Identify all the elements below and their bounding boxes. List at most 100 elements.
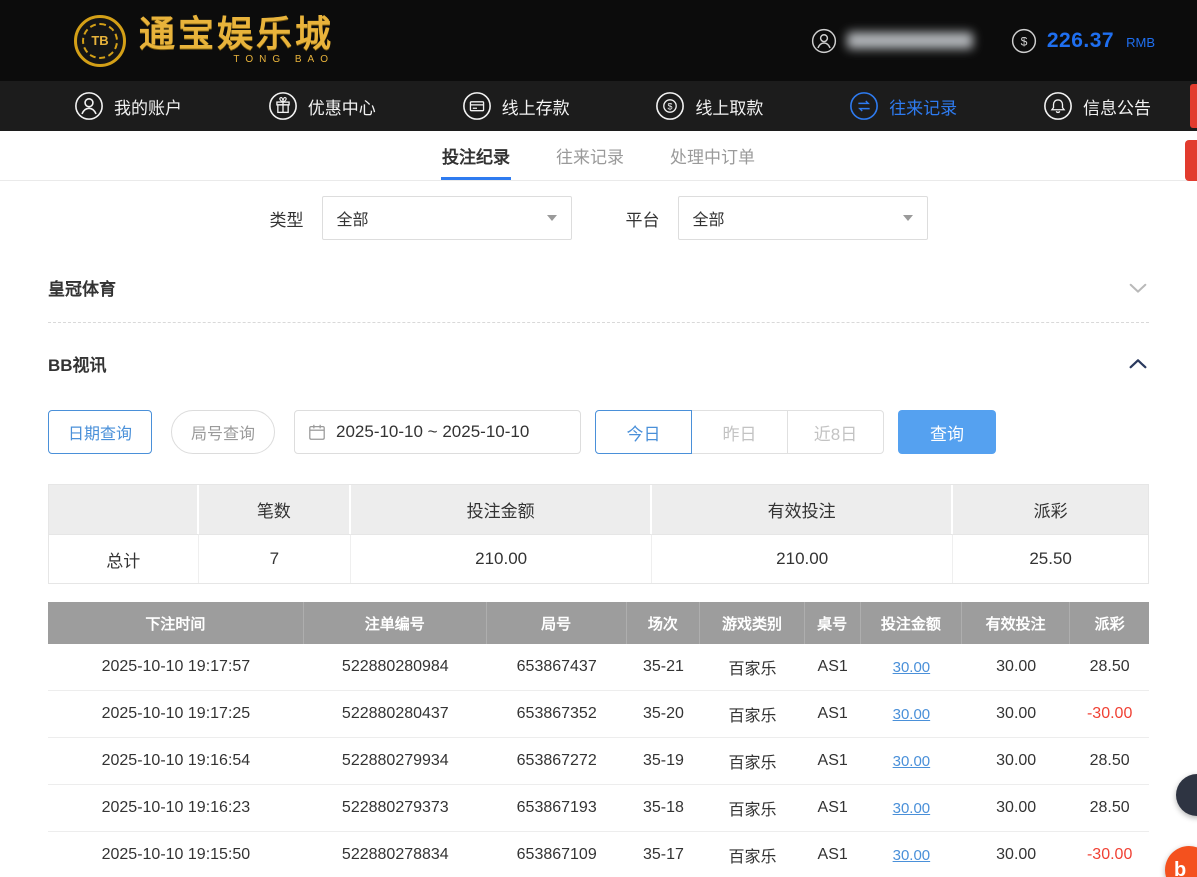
calendar-icon [309,424,325,440]
payout-cell: 28.50 [1089,752,1130,769]
filter-bar: 类型 全部 平台 全部 [0,181,1197,255]
bell-icon [1044,92,1072,120]
summary-table: 笔数 投注金额 有效投注 派彩 总计 7 210.00 210.00 25.50 [48,484,1149,584]
floating-widget-button[interactable] [1176,774,1197,816]
header-bet-time: 下注时间 [48,602,304,644]
chevron-down-icon [902,215,913,221]
nav-label: 优惠中心 [307,98,376,118]
summary-header-count: 笔数 [199,485,352,534]
page: TB 通宝娱乐城 TONG BAO $ 226.37 RMB 我的账户 优惠中心… [0,0,1197,877]
cell-session: 35-18 [642,799,684,816]
header-round-no: 局号 [487,602,627,644]
payout-cell: -30.00 [1086,846,1133,863]
type-filter-select[interactable]: 全部 [321,196,572,240]
main-nav: 我的账户 优惠中心 线上存款 $ 线上取款 往来记录 信息公告 [0,81,1197,131]
bet-amount-link[interactable]: 30.00 [893,659,931,676]
cell-game-type: 百家乐 [728,755,777,772]
cell-bet-time: 2025-10-10 19:17:25 [101,705,251,722]
search-button[interactable]: 查询 [898,410,996,454]
yesterday-button[interactable]: 昨日 [691,410,788,454]
cell-valid-bet: 30.00 [996,752,1037,769]
chat-button-label: b [1174,858,1187,877]
casino-chip-icon: TB [74,14,126,67]
header-table-no: 桌号 [805,602,861,644]
brand-text: 通宝娱乐城 TONG BAO [139,16,334,65]
cell-table-no: AS1 [817,846,848,863]
last-8-days-button[interactable]: 近8日 [787,410,884,454]
today-button[interactable]: 今日 [595,410,692,454]
cell-valid-bet: 30.00 [996,846,1037,863]
bet-amount-link[interactable]: 30.00 [893,847,931,864]
withdraw-icon: $ [656,92,685,120]
tab-betting-records[interactable]: 投注纪录 [442,131,510,180]
query-controls: 日期查询 局号查询 2025-10-10 ~ 2025-10-10 今日 昨日 … [48,410,1149,454]
header-right: $ 226.37 RMB [811,28,1155,54]
brand-name-cn: 通宝娱乐城 [139,14,335,54]
table-row: 2025-10-10 19:16:23 522880279373 6538671… [48,785,1149,832]
type-filter-value: 全部 [336,212,369,229]
nav-item-deposit[interactable]: 线上存款 [462,91,570,121]
records-icon [850,92,879,120]
cell-bet-id: 522880278834 [341,846,449,863]
cell-bet-id: 522880279373 [341,799,449,816]
balance-amount: 226.37 [1046,28,1115,52]
tab-processing-orders[interactable]: 处理中订单 [670,131,755,180]
tab-label: 投注纪录 [442,148,510,167]
payout-cell: 28.50 [1089,799,1130,816]
cell-game-type: 百家乐 [728,661,777,678]
tab-transaction-records[interactable]: 往来记录 [556,131,624,180]
date-query-button[interactable]: 日期查询 [48,410,152,454]
account-menu[interactable] [811,28,973,54]
cell-table-no: AS1 [817,752,848,769]
nav-label: 线上存款 [501,98,570,118]
balance-display[interactable]: $ 226.37 RMB [1011,28,1155,54]
cell-session: 35-20 [642,705,684,722]
edge-red-widget-top[interactable] [1190,84,1197,128]
chat-floating-button[interactable]: b [1165,846,1197,877]
summary-total-payout: 25.50 [953,534,1148,583]
chevron-up-icon[interactable] [1127,353,1149,375]
user-icon [811,28,836,53]
nav-item-promotions[interactable]: 优惠中心 [268,91,376,121]
chevron-down-icon[interactable] [1127,277,1149,299]
edge-red-widget[interactable] [1185,140,1197,181]
cell-game-type: 百家乐 [728,708,777,725]
date-range-input[interactable]: 2025-10-10 ~ 2025-10-10 [294,410,581,454]
cell-bet-time: 2025-10-10 19:16:23 [101,799,251,816]
bet-amount-link[interactable]: 30.00 [893,706,931,723]
nav-item-transaction-records[interactable]: 往来记录 [849,91,957,121]
section-crown-sports: 皇冠体育 [48,255,1149,322]
round-query-button[interactable]: 局号查询 [171,410,275,454]
summary-header-valid-bet: 有效投注 [652,485,954,534]
cell-session: 35-21 [642,658,684,675]
brand-logo[interactable]: TB 通宝娱乐城 TONG BAO [74,14,334,67]
table-row: 2025-10-10 19:17:57 522880280984 6538674… [48,644,1149,691]
type-filter-label: 类型 [269,210,304,230]
records-tabbar: 投注纪录 往来记录 处理中订单 [0,131,1197,181]
platform-filter-value: 全部 [692,212,725,229]
cell-table-no: AS1 [817,658,848,675]
nav-label: 我的账户 [114,98,182,118]
summary-total-row: 总计 7 210.00 210.00 25.50 [49,534,1148,583]
bet-amount-link[interactable]: 30.00 [893,753,931,770]
svg-text:$: $ [1020,34,1027,48]
cell-table-no: AS1 [817,799,848,816]
payout-cell: 28.50 [1089,658,1130,675]
nav-item-my-account[interactable]: 我的账户 [74,91,182,121]
bet-amount-link[interactable]: 30.00 [893,800,931,817]
cell-valid-bet: 30.00 [996,705,1037,722]
cell-valid-bet: 30.00 [996,799,1037,816]
summary-total-count: 7 [198,534,352,583]
section-bb-video: BB视讯 [48,323,1149,394]
summary-header-bet-amount: 投注金额 [351,485,653,534]
header-payout: 派彩 [1094,615,1125,633]
platform-filter-select[interactable]: 全部 [677,196,928,240]
svg-text:$: $ [668,101,673,111]
header-bet-id: 注单编号 [304,602,487,644]
nav-item-announcements[interactable]: 信息公告 [1043,91,1151,121]
cell-bet-id: 522880280437 [341,705,449,722]
bets-table: 下注时间 注单编号 局号 场次 游戏类别 桌号 投注金额 有效投注 派彩 202… [48,602,1149,877]
tab-label: 往来记录 [556,148,624,167]
nav-item-withdraw[interactable]: $ 线上取款 [655,91,763,121]
account-icon [75,92,103,120]
